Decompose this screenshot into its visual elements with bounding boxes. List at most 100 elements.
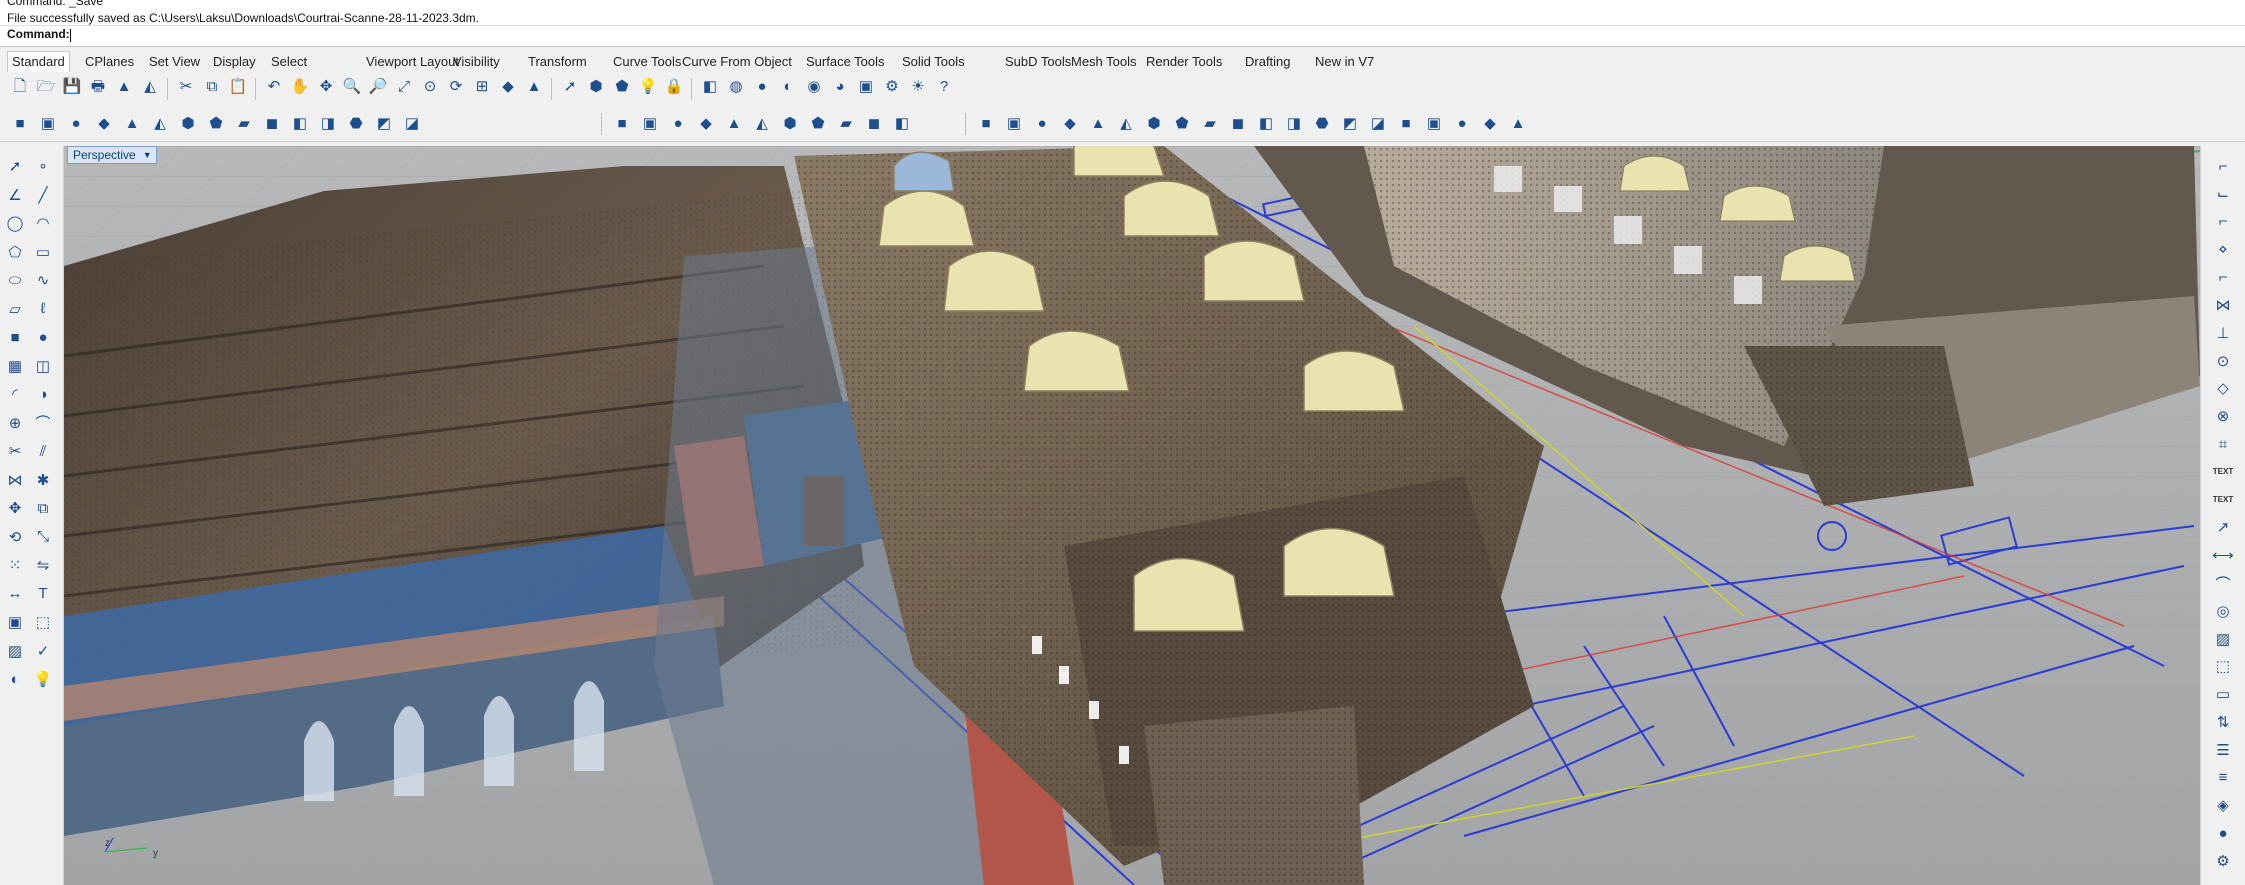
explode-icon[interactable]: ✱ [31,468,55,492]
tab-mesh-tools[interactable]: Mesh Tools [1071,52,1137,72]
network-surface-icon[interactable]: ◼ [1227,113,1249,135]
osnap-end-icon[interactable]: ⌐ [2211,154,2235,178]
osnap-near-icon[interactable]: ⌙ [2211,182,2235,206]
tetrahedron-icon[interactable]: ▰ [233,113,255,135]
zoom-dynamic-icon[interactable]: 🔎 [367,76,389,98]
rendered-sphere-icon[interactable]: ◉ [803,76,825,98]
cplane-icon[interactable]: ◆ [497,76,519,98]
hatch-icon[interactable]: ▨ [3,639,27,663]
sphere-icon[interactable]: ● [65,113,87,135]
new-file-icon[interactable]: 🗋 [9,76,31,98]
line-icon[interactable]: ╱ [31,183,55,207]
join-icon[interactable]: ⋈ [3,468,27,492]
analysis-icon[interactable]: ◐ [3,667,27,691]
osnap-mid-icon[interactable]: ⋄ [2211,237,2235,261]
draw-order-icon[interactable]: ⇅ [2211,710,2235,734]
tab-drafting[interactable]: Drafting [1245,52,1291,72]
paste-icon[interactable]: 📋 [227,76,249,98]
blend-edge-icon[interactable]: ▰ [835,113,857,135]
blend-icon[interactable]: ⌒ [31,411,55,435]
hatch-icon[interactable]: ▨ [2211,627,2235,651]
trim-icon[interactable]: ✂ [3,439,27,463]
radius-icon[interactable]: ⌒ [2211,571,2235,595]
perspective-viewport[interactable]: Perspective ▼ z y [64,146,2200,885]
lightbulb-icon[interactable]: 💡 [31,667,55,691]
boolean-split-icon[interactable]: ◆ [695,113,717,135]
surface-from-points-icon[interactable]: ▣ [1003,113,1025,135]
render-sphere-icon[interactable]: ● [751,76,773,98]
analyze-icon[interactable]: ◆ [1479,113,1501,135]
save-icon[interactable]: 💾 [61,76,83,98]
filter-icon[interactable]: ⬢ [585,76,607,98]
move-icon[interactable]: ✥ [3,496,27,520]
split-icon[interactable]: ◪ [1367,113,1389,135]
freeform-curve-icon[interactable]: ℓ [31,297,55,321]
tab-curve-from-object[interactable]: Curve From Object [682,52,792,72]
sun-icon[interactable]: ☀ [907,76,929,98]
dimension-icon[interactable]: ⟷ [2211,543,2235,567]
tab-render-tools[interactable]: Render Tools [1146,52,1222,72]
rotate-view-icon[interactable]: ⟳ [445,76,467,98]
cap-icon[interactable]: ▲ [723,113,745,135]
rail-revolve-icon[interactable]: ⬟ [1171,113,1193,135]
osnap-perp-icon[interactable]: ⊥ [2211,321,2235,345]
text-tool-button[interactable]: TEXT [2211,460,2235,484]
offset-icon[interactable]: ◑ [31,382,55,406]
block-icon[interactable]: ⬚ [31,610,55,634]
merge-faces-icon[interactable]: ◧ [891,113,913,135]
revolve-icon[interactable]: ⬢ [1143,113,1165,135]
zoom-window-icon[interactable]: 🔍 [341,76,363,98]
cylinder-icon[interactable]: ▣ [37,113,59,135]
copy-icon[interactable]: ⧉ [201,76,223,98]
mirror-icon[interactable]: ⇋ [31,553,55,577]
solid-options-icon[interactable]: ◪ [401,113,423,135]
tab-new-in-v7[interactable]: New in V7 [1315,52,1374,72]
split-icon[interactable]: ⫽ [31,439,55,463]
tab-standard[interactable]: Standard [7,51,70,73]
select-arrow-icon[interactable]: ➚ [3,154,27,178]
zoom-selected-icon[interactable]: ⊙ [419,76,441,98]
materials-icon[interactable]: ◈ [2211,793,2235,817]
untrim-icon[interactable]: ■ [1395,113,1417,135]
boolean-intersection-icon[interactable]: ● [667,113,689,135]
dimension-icon[interactable]: ↔ [3,582,27,606]
pyramid-icon[interactable]: ⬟ [205,113,227,135]
sphere-icon[interactable]: ● [31,325,55,349]
extrude-curve-icon[interactable]: ◧ [1255,113,1277,135]
osnap-point-icon[interactable]: ⌐ [2211,210,2235,234]
patch-icon[interactable]: ▰ [1199,113,1221,135]
tab-display[interactable]: Display [213,52,256,72]
extract-surface-icon[interactable]: ◼ [863,113,885,135]
lock-icon[interactable]: 🔒 [663,76,685,98]
move-icon[interactable]: ✥ [315,76,337,98]
viewport-title-tab[interactable]: Perspective ▼ [67,146,157,164]
plane-icon[interactable]: ■ [975,113,997,135]
torus-icon[interactable]: ◧ [289,113,311,135]
lightbulb-icon[interactable]: 💡 [637,76,659,98]
check-icon[interactable]: ✓ [31,639,55,663]
loft-icon[interactable]: ◆ [1059,113,1081,135]
point-icon[interactable]: ∘ [31,154,55,178]
copy-icon[interactable]: ⧉ [31,496,55,520]
box-edge-icon[interactable]: ◩ [373,113,395,135]
material-sphere-icon[interactable]: ◕ [829,76,851,98]
sweep-2-icon[interactable]: ◭ [1115,113,1137,135]
ellipse-icon[interactable]: ⬭ [3,268,27,292]
layout-icon[interactable]: ▭ [2211,682,2235,706]
box-icon[interactable]: ■ [9,113,31,135]
print-icon[interactable]: 🖶 [87,76,109,98]
osnap-center-icon[interactable]: ⌐ [2211,265,2235,289]
tab-transform[interactable]: Transform [528,52,587,72]
osnap-int-icon[interactable]: ⋈ [2211,293,2235,317]
group-icon[interactable]: ▣ [3,610,27,634]
select-icon[interactable]: ➚ [559,76,581,98]
zoom-target-icon[interactable]: ⬟ [611,76,633,98]
chamfer-edge-icon[interactable]: ⬢ [779,113,801,135]
surface-plane-icon[interactable]: ▱ [3,297,27,321]
text-tool-button[interactable]: TEXT [2211,488,2235,512]
osnap-tan-icon[interactable]: ⊙ [2211,349,2235,373]
block-icon[interactable]: ⬚ [2211,654,2235,678]
tube-icon[interactable]: ◼ [261,113,283,135]
shaded-sphere-icon[interactable]: ◐ [777,76,799,98]
bubble-icon[interactable]: ◎ [2211,599,2235,623]
